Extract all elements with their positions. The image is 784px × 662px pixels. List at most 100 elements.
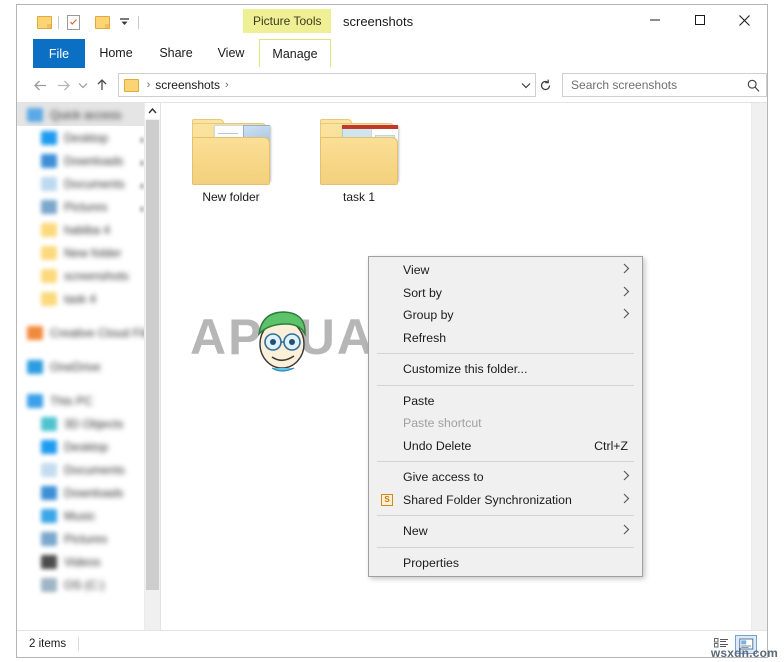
status-bar: 2 items: [17, 630, 767, 657]
menu-item-label: New: [403, 524, 428, 539]
sidebar-item-onedrive[interactable]: OneDrive: [17, 355, 160, 378]
sidebar-item-desktop[interactable]: Desktop: [17, 126, 160, 149]
menu-separator: [377, 353, 634, 354]
sidebar-item-icon: [41, 268, 57, 283]
qat-divider: [58, 15, 59, 29]
forward-button[interactable]: [52, 72, 75, 98]
sidebar-item-icon: [27, 107, 43, 122]
maximize-icon: [694, 15, 705, 25]
window-title: screenshots: [343, 9, 413, 33]
chevron-down-glyph: [119, 17, 129, 25]
minimize-button[interactable]: [632, 5, 677, 35]
tab-manage[interactable]: Manage: [259, 39, 331, 67]
menu-item-group-by[interactable]: Group by: [369, 304, 642, 327]
navigation-scrollbar[interactable]: [144, 103, 160, 630]
sidebar-item-3d-objects[interactable]: 3D Objects: [17, 412, 160, 435]
sidebar-item-creative-cloud-files[interactable]: Creative Cloud Files: [17, 321, 160, 344]
address-bar[interactable]: › screenshots ›: [117, 73, 536, 97]
search-input[interactable]: Search screenshots: [563, 78, 740, 92]
file-name-label: New folder: [202, 190, 260, 204]
sidebar-item-pictures[interactable]: Pictures: [17, 527, 160, 550]
tab-view[interactable]: View: [205, 39, 257, 67]
address-dropdown-icon[interactable]: [517, 82, 535, 89]
sidebar-item-icon: [41, 577, 57, 592]
sidebar-item-desktop[interactable]: Desktop: [17, 435, 160, 458]
menu-item-paste[interactable]: Paste: [369, 390, 642, 413]
sidebar-item-icon: [41, 130, 57, 145]
menu-item-label: Give access to: [403, 470, 484, 485]
sidebar-item-label: Downloads: [64, 485, 124, 500]
nav-group-gap: [17, 344, 160, 355]
chevron-down-icon: [78, 82, 88, 88]
sidebar-item-label: Creative Cloud Files: [50, 325, 159, 340]
properties-icon[interactable]: [62, 12, 84, 32]
search-box[interactable]: Search screenshots: [562, 73, 767, 97]
sidebar-item-icon: [41, 199, 57, 214]
navigation-scroll-thumb[interactable]: [146, 120, 159, 590]
sidebar-item-icon: [41, 508, 57, 523]
sidebar-item-new-folder[interactable]: New folder: [17, 241, 160, 264]
sidebar-item-this-pc[interactable]: This PC: [17, 389, 160, 412]
menu-item-label: Undo Delete: [403, 438, 472, 453]
chevron-right-icon: [623, 263, 630, 277]
quick-access-toolbar: [33, 12, 142, 32]
menu-item-sort-by[interactable]: Sort by: [369, 282, 642, 305]
refresh-button[interactable]: [536, 79, 555, 92]
up-button[interactable]: [91, 72, 114, 98]
new-folder-icon[interactable]: [91, 12, 113, 32]
sidebar-item-quick-access[interactable]: Quick access: [17, 103, 160, 126]
menu-item-refresh[interactable]: Refresh: [369, 327, 642, 350]
sidebar-item-pictures[interactable]: Pictures: [17, 195, 160, 218]
sidebar-item-documents[interactable]: Documents: [17, 458, 160, 481]
menu-item-give-access-to[interactable]: Give access to: [369, 466, 642, 489]
sidebar-item-label: Quick access: [50, 107, 122, 122]
sidebar-item-videos[interactable]: Videos: [17, 550, 160, 573]
sidebar-item-screenshots[interactable]: screenshots: [17, 264, 160, 287]
chevron-down-glyph: [521, 82, 531, 88]
search-icon[interactable]: [740, 79, 766, 92]
window-title-text: screenshots: [343, 13, 414, 29]
menu-item-label: Sort by: [403, 285, 442, 300]
sidebar-item-icon: [41, 153, 57, 168]
maximize-button[interactable]: [677, 5, 722, 35]
scroll-up-arrow[interactable]: [145, 103, 160, 119]
chevron-up-icon: [148, 108, 157, 114]
content-scrollbar[interactable]: [751, 103, 767, 630]
sidebar-item-icon: [41, 291, 57, 306]
sidebar-item-task-4[interactable]: task 4: [17, 287, 160, 310]
menu-item-paste-shortcut: Paste shortcut: [369, 412, 642, 435]
menu-item-customize-this-folder[interactable]: Customize this folder...: [369, 358, 642, 381]
folder-icon: [188, 115, 274, 185]
breadcrumb-item-screenshots[interactable]: screenshots: [155, 78, 220, 92]
sidebar-item-habiba-4[interactable]: habiba 4: [17, 218, 160, 241]
sidebar-item-downloads[interactable]: Downloads: [17, 481, 160, 504]
sidebar-item-music[interactable]: Music: [17, 504, 160, 527]
sidebar-item-os-c[interactable]: OS (C:): [17, 573, 160, 596]
sidebar-item-label: 3D Objects: [64, 416, 124, 431]
sidebar-item-documents[interactable]: Documents: [17, 172, 160, 195]
tab-file[interactable]: File: [33, 39, 85, 68]
arrow-up-icon: [97, 79, 107, 90]
context-menu: View Sort by Group by Refresh Customize this…: [368, 256, 643, 577]
menu-item-properties[interactable]: Properties: [369, 552, 642, 575]
back-button[interactable]: [29, 72, 52, 98]
menu-item-new[interactable]: New: [369, 520, 642, 543]
tab-share[interactable]: Share: [147, 39, 205, 67]
arrow-right-icon: [57, 80, 70, 90]
menu-item-undo-delete[interactable]: Undo Delete Ctrl+Z: [369, 435, 642, 458]
sidebar-item-icon: [41, 462, 57, 477]
menu-item-shared-folder-synchronization[interactable]: S Shared Folder Synchronization: [369, 489, 642, 512]
menu-separator: [377, 461, 634, 462]
sidebar-item-downloads[interactable]: Downloads: [17, 149, 160, 172]
breadcrumb-separator-0: ›: [146, 79, 151, 91]
menu-item-view[interactable]: View: [369, 259, 642, 282]
file-item[interactable]: New folder: [183, 115, 279, 204]
customize-dropdown-icon[interactable]: [113, 12, 135, 32]
tab-home[interactable]: Home: [85, 39, 147, 67]
recent-locations-button[interactable]: [75, 72, 91, 98]
chevron-right-icon: [623, 493, 630, 507]
close-button[interactable]: [722, 5, 767, 35]
contextual-tab-group-label: Picture Tools: [243, 9, 332, 33]
folder-icon[interactable]: [33, 12, 55, 32]
file-item[interactable]: task 1: [311, 115, 407, 204]
